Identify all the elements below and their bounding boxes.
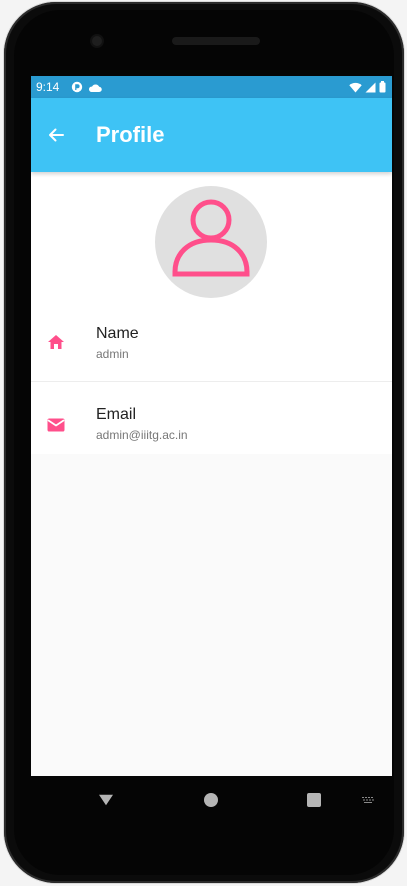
battery-icon <box>379 80 386 98</box>
back-triangle-icon[interactable] <box>98 794 114 806</box>
app-bar: Profile <box>31 98 392 172</box>
device-stage: 9:14 Profile Name admin Email admin@iiit… <box>0 0 407 886</box>
name-value: admin <box>96 347 129 361</box>
wifi-icon <box>349 80 362 98</box>
home-icon <box>48 335 64 349</box>
status-left-icons <box>71 80 102 98</box>
recents-square-icon[interactable] <box>307 793 321 807</box>
page-title: Profile <box>96 122 165 147</box>
mail-icon <box>47 418 65 432</box>
keyboard-icon[interactable] <box>361 796 375 804</box>
profile-content: Name admin Email admin@iiitg.ac.in <box>31 172 392 454</box>
status-bar: 9:14 <box>31 76 392 98</box>
email-list-item[interactable]: Email admin@iiitg.ac.in <box>31 381 392 454</box>
name-list-item[interactable]: Name admin <box>31 303 392 375</box>
cellular-signal-icon <box>365 80 376 98</box>
earpiece-speaker <box>172 37 260 45</box>
front-camera <box>92 36 102 46</box>
home-circle-icon[interactable] <box>204 793 218 807</box>
back-button[interactable] <box>43 122 69 148</box>
system-navigation-bar <box>31 776 392 824</box>
name-label: Name <box>96 325 139 342</box>
email-value: admin@iiitg.ac.in <box>96 428 188 442</box>
person-outline-icon <box>172 199 250 277</box>
avatar <box>155 186 267 298</box>
arrow-back-icon <box>49 128 64 142</box>
status-time: 9:14 <box>36 80 60 94</box>
cloud-icon <box>88 80 102 98</box>
notification-app-icon <box>71 80 83 98</box>
status-right-icons <box>349 80 386 98</box>
email-label: Email <box>96 406 137 423</box>
device-screen: 9:14 Profile Name admin Email admin@iiit… <box>31 76 392 776</box>
